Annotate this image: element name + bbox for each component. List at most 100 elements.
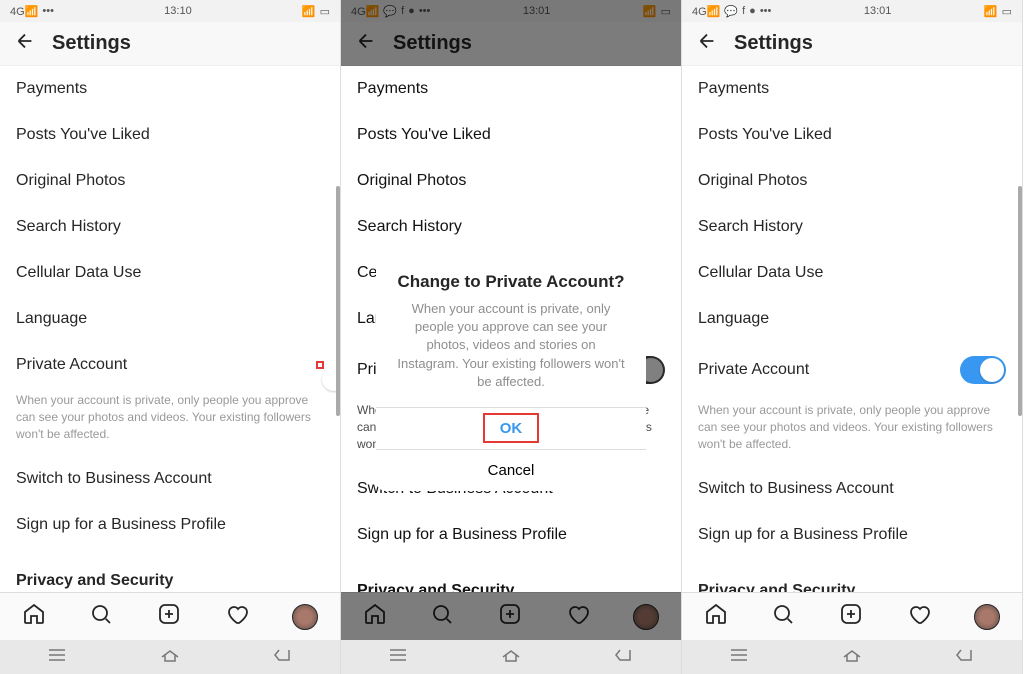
phone-screen-3: 4G📶 💬 f ● ••• 13:01 📶 ▭ Settings Payment… bbox=[682, 0, 1023, 674]
battery-icon: ▭ bbox=[1002, 5, 1012, 18]
page-title: Settings bbox=[52, 32, 131, 55]
private-account-label: Private Account bbox=[698, 361, 809, 379]
search-icon[interactable] bbox=[430, 602, 454, 631]
softkeys bbox=[0, 640, 340, 674]
private-toggle[interactable] bbox=[960, 356, 1006, 384]
wifi-icon: 📶 bbox=[984, 5, 998, 18]
heart-icon[interactable] bbox=[225, 602, 249, 631]
search-icon[interactable] bbox=[89, 602, 113, 631]
heart-icon[interactable] bbox=[907, 602, 931, 631]
settings-item-switch-business[interactable]: Switch to Business Account bbox=[0, 456, 340, 502]
softkeys bbox=[682, 640, 1022, 674]
page-title: Settings bbox=[734, 32, 813, 55]
section-privacy-security: Privacy and Security bbox=[341, 558, 681, 592]
settings-item-signup-business[interactable]: Sign up for a Business Profile bbox=[341, 512, 681, 558]
header: Settings bbox=[341, 22, 681, 66]
facebook-icon: f bbox=[401, 5, 404, 17]
network-indicator: 4G📶 bbox=[10, 5, 38, 18]
settings-item-original-photos[interactable]: Original Photos bbox=[341, 158, 681, 204]
settings-item-language[interactable]: Language bbox=[682, 296, 1022, 342]
bottom-nav bbox=[341, 592, 681, 640]
home-icon[interactable] bbox=[704, 602, 728, 631]
clock: 13:01 bbox=[523, 5, 551, 17]
search-icon[interactable] bbox=[771, 602, 795, 631]
bottom-nav bbox=[0, 592, 340, 640]
header: Settings bbox=[0, 22, 340, 66]
content-area: Payments Posts You've Liked Original Pho… bbox=[682, 66, 1022, 592]
heart-icon[interactable] bbox=[566, 602, 590, 631]
content-area: Payments Posts You've Liked Original Pho… bbox=[0, 66, 340, 592]
statusbar: 4G📶 💬 f ● ••• 13:01 📶 ▭ bbox=[682, 0, 1022, 22]
dialog-title: Change to Private Account? bbox=[376, 254, 646, 296]
settings-item-posts-liked[interactable]: Posts You've Liked bbox=[341, 112, 681, 158]
messenger-icon: 💬 bbox=[724, 5, 738, 18]
settings-item-signup-business[interactable]: Sign up for a Business Profile bbox=[0, 502, 340, 548]
settings-item-posts-liked[interactable]: Posts You've Liked bbox=[682, 112, 1022, 158]
settings-item-original-photos[interactable]: Original Photos bbox=[0, 158, 340, 204]
settings-item-original-photos[interactable]: Original Photos bbox=[682, 158, 1022, 204]
settings-item-cellular[interactable]: Cellular Data Use bbox=[682, 250, 1022, 296]
settings-item-payments[interactable]: Payments bbox=[0, 66, 340, 112]
settings-item-private-account[interactable]: Private Account bbox=[682, 342, 1022, 398]
profile-avatar-icon[interactable] bbox=[974, 604, 1000, 630]
header: Settings bbox=[682, 22, 1022, 66]
page-title: Settings bbox=[393, 32, 472, 55]
confirm-dialog: Change to Private Account? When your acc… bbox=[376, 254, 646, 491]
ok-button[interactable]: OK bbox=[376, 408, 646, 450]
wifi-icon: 📶 bbox=[643, 5, 657, 18]
home-icon[interactable] bbox=[22, 602, 46, 631]
settings-item-language[interactable]: Language bbox=[0, 296, 340, 342]
scrollbar[interactable] bbox=[1018, 186, 1022, 416]
battery-icon: ▭ bbox=[661, 5, 671, 18]
cancel-button[interactable]: Cancel bbox=[376, 450, 646, 491]
messenger-icon: 💬 bbox=[383, 5, 397, 18]
menu-softkey-icon[interactable] bbox=[45, 647, 69, 668]
home-softkey-icon[interactable] bbox=[158, 647, 182, 668]
chat-icon: ● bbox=[408, 5, 415, 17]
statusbar: 4G📶 ••• 13:10 📶 ▭ bbox=[0, 0, 340, 22]
back-arrow-icon[interactable] bbox=[696, 30, 718, 57]
back-softkey-icon[interactable] bbox=[612, 647, 636, 668]
back-softkey-icon[interactable] bbox=[953, 647, 977, 668]
back-arrow-icon[interactable] bbox=[355, 30, 377, 57]
settings-item-search-history[interactable]: Search History bbox=[341, 204, 681, 250]
profile-avatar-icon[interactable] bbox=[292, 604, 318, 630]
add-icon[interactable] bbox=[157, 602, 181, 631]
bottom-nav bbox=[682, 592, 1022, 640]
settings-item-payments[interactable]: Payments bbox=[682, 66, 1022, 112]
softkeys bbox=[341, 640, 681, 674]
home-icon[interactable] bbox=[363, 602, 387, 631]
back-arrow-icon[interactable] bbox=[14, 30, 36, 57]
private-account-label: Private Account bbox=[16, 356, 127, 374]
menu-softkey-icon[interactable] bbox=[386, 647, 410, 668]
dots-icon: ••• bbox=[760, 5, 772, 17]
settings-item-search-history[interactable]: Search History bbox=[0, 204, 340, 250]
highlight-box bbox=[483, 413, 539, 443]
network-indicator: 4G📶 bbox=[692, 5, 720, 18]
settings-item-search-history[interactable]: Search History bbox=[682, 204, 1022, 250]
section-privacy-security: Privacy and Security bbox=[682, 558, 1022, 592]
settings-item-private-account[interactable]: Private Account bbox=[0, 342, 340, 388]
profile-avatar-icon[interactable] bbox=[633, 604, 659, 630]
scrollbar[interactable] bbox=[336, 186, 340, 416]
settings-item-cellular[interactable]: Cellular Data Use bbox=[0, 250, 340, 296]
settings-item-signup-business[interactable]: Sign up for a Business Profile bbox=[682, 512, 1022, 558]
add-icon[interactable] bbox=[839, 602, 863, 631]
private-description: When your account is private, only peopl… bbox=[0, 388, 340, 456]
settings-item-posts-liked[interactable]: Posts You've Liked bbox=[0, 112, 340, 158]
home-softkey-icon[interactable] bbox=[499, 647, 523, 668]
phone-screen-2: 4G📶 💬 f ● ••• 13:01 📶 ▭ Settings Payment… bbox=[341, 0, 682, 674]
menu-softkey-icon[interactable] bbox=[727, 647, 751, 668]
settings-item-switch-business[interactable]: Switch to Business Account bbox=[682, 466, 1022, 512]
statusbar: 4G📶 💬 f ● ••• 13:01 📶 ▭ bbox=[341, 0, 681, 22]
clock: 13:10 bbox=[164, 5, 192, 17]
dots-icon: ••• bbox=[42, 5, 54, 17]
clock: 13:01 bbox=[864, 5, 892, 17]
settings-item-payments[interactable]: Payments bbox=[341, 66, 681, 112]
highlight-box bbox=[316, 361, 324, 369]
battery-icon: ▭ bbox=[320, 5, 330, 18]
home-softkey-icon[interactable] bbox=[840, 647, 864, 668]
network-indicator: 4G📶 bbox=[351, 5, 379, 18]
add-icon[interactable] bbox=[498, 602, 522, 631]
back-softkey-icon[interactable] bbox=[271, 647, 295, 668]
